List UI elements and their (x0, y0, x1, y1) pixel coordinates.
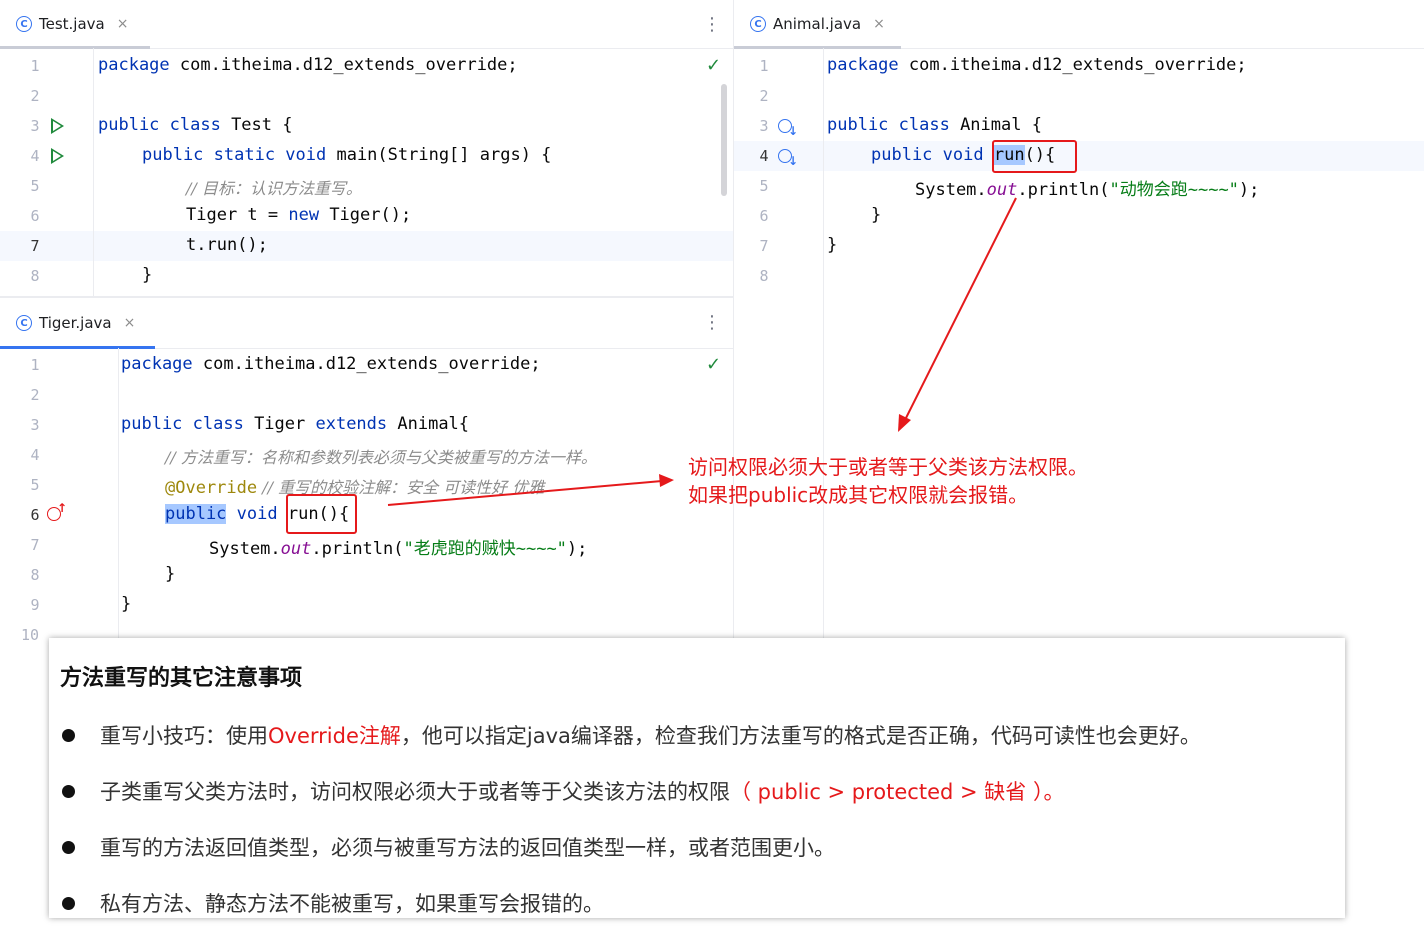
class-icon: C (16, 16, 32, 32)
animal-tab-bar: C Animal.java × (734, 0, 1424, 49)
tab-active-indicator (0, 346, 155, 349)
tab-tiger-java[interactable]: C Tiger.java × (0, 298, 171, 349)
line-number: 8 (30, 566, 40, 584)
tiger-editor-pane: C Tiger.java × ⋮ ✓ 1 2 3 4 5 6 7 8 9 10 … (0, 298, 733, 640)
no-errors-check-icon: ✓ (706, 55, 722, 76)
current-line-highlight (0, 231, 733, 261)
line-number: 5 (759, 177, 769, 195)
line-number: 5 (30, 476, 40, 494)
selected-public: public (165, 504, 227, 524)
scrollbar-thumb[interactable] (721, 84, 727, 196)
line-number: 2 (30, 386, 40, 404)
line-number: 6 (30, 207, 40, 225)
run-main-icon[interactable] (51, 148, 64, 164)
line-number: 6 (30, 506, 40, 524)
line-number: 3 (30, 117, 40, 135)
line-number: 1 (759, 57, 769, 75)
more-options-icon[interactable]: ⋮ (703, 312, 721, 333)
line-number: 4 (30, 446, 40, 464)
notes-title: 方法重写的其它注意事项 (60, 666, 303, 691)
line-number: 5 (30, 177, 40, 195)
run-class-icon[interactable] (51, 118, 64, 134)
class-icon: C (16, 315, 32, 331)
code-line-3: public class Test { (98, 115, 293, 135)
code-line-1: package com.itheima.d12_extends_override… (827, 55, 1247, 75)
gutter-separator (118, 348, 119, 640)
notes-card: 方法重写的其它注意事项 重写小技巧：使用Override注解，他可以指定java… (49, 638, 1345, 918)
tiger-tab-bar: C Tiger.java × ⋮ (0, 298, 733, 349)
code-line-4: public static void main(String[] args) { (142, 145, 552, 165)
code-line-1: package com.itheima.d12_extends_override… (98, 55, 518, 75)
note-item: 子类重写父类方法时，访问权限必须大于或者等于父类该方法的权限（ public >… (62, 776, 1064, 806)
bullet-icon (62, 896, 75, 910)
line-number: 1 (30, 57, 40, 75)
animal-run-highlight-box (992, 140, 1077, 173)
class-icon: C (750, 16, 766, 32)
code-line-6: } (871, 205, 882, 225)
line-number: 7 (30, 536, 40, 554)
code-line-8: } (165, 564, 176, 584)
annotation-line-2: 如果把public改成其它权限就会报错。 (688, 483, 1029, 507)
code-line-9: } (121, 594, 132, 614)
gutter-separator (823, 48, 824, 640)
tab-label: Animal.java (773, 15, 862, 33)
line-number: 4 (30, 147, 40, 165)
tiger-run-highlight-box (286, 494, 357, 534)
code-line-7: } (827, 235, 838, 255)
line-number: 2 (30, 87, 40, 105)
bullet-icon (62, 784, 75, 798)
code-line-3: public class Tiger extends Animal{ (121, 414, 470, 434)
note-item: 重写小技巧：使用Override注解，他可以指定java编译器，检查我们方法重写… (62, 720, 1201, 750)
annotation-note: 访问权限必须大于或者等于父类该方法权限。 如果把public改成其它权限就会报错… (688, 453, 1088, 509)
line-number: 8 (759, 267, 769, 285)
code-line-6: Tiger t = new Tiger(); (186, 205, 412, 225)
no-errors-check-icon: ✓ (706, 354, 722, 375)
code-line-8: } (142, 265, 153, 285)
tab-label: Test.java (39, 15, 105, 33)
code-line-5-comment: // 目标：认识方法重写。 (186, 179, 362, 198)
line-number: 9 (30, 596, 40, 614)
code-line-7: t.run(); (186, 235, 268, 255)
tab-animal-java[interactable]: C Animal.java × (734, 0, 917, 49)
line-number: 2 (759, 87, 769, 105)
overrides-arrow-up-icon: ↑ (57, 501, 68, 515)
line-number: 6 (759, 207, 769, 225)
tab-active-indicator (0, 46, 150, 49)
tab-test-java[interactable]: C Test.java × (0, 0, 166, 49)
note-item: 私有方法、静态方法不能被重写，如果重写会报错的。 (62, 888, 604, 918)
tab-active-indicator (734, 46, 901, 49)
annotation-line-1: 访问权限必须大于或者等于父类该方法权限。 (688, 455, 1088, 479)
line-number: 3 (759, 117, 769, 135)
line-number: 7 (30, 237, 40, 255)
note-item: 重写的方法返回值类型，必须与被重写方法的返回值类型一样，或者范围更小。 (62, 832, 835, 862)
animal-editor-pane: C Animal.java × 1 2 3 4 5 6 7 8 ↓ ↓ pack… (734, 0, 1424, 640)
code-line-4-comment: // 方法重写：名称和参数列表必须与父类被重写的方法一样。 (165, 448, 597, 467)
close-icon[interactable]: × (117, 16, 129, 32)
line-number: 8 (30, 267, 40, 285)
code-line-5: System.out.println("动物会跑~~~~"); (915, 180, 1260, 200)
tab-label: Tiger.java (39, 314, 112, 332)
line-number: 3 (30, 416, 40, 434)
overridden-arrow-down-icon: ↓ (788, 154, 799, 168)
test-tab-bar: C Test.java × ⋮ (0, 0, 733, 49)
test-editor-pane: C Test.java × ⋮ ✓ 1 2 3 4 5 6 7 8 packag… (0, 0, 733, 296)
bullet-icon (62, 728, 75, 742)
code-line-1: package com.itheima.d12_extends_override… (121, 354, 541, 374)
close-icon[interactable]: × (124, 315, 136, 331)
gutter-separator (93, 48, 94, 296)
code-line-3: public class Animal { (827, 115, 1042, 135)
bullet-icon (62, 840, 75, 854)
line-number: 10 (20, 626, 40, 640)
line-number: 1 (30, 356, 40, 374)
line-number: 7 (759, 237, 769, 255)
close-icon[interactable]: × (873, 16, 885, 32)
overridden-arrow-down-icon: ↓ (788, 124, 799, 138)
current-line-highlight (734, 141, 1424, 171)
line-number: 4 (759, 147, 769, 165)
more-options-icon[interactable]: ⋮ (703, 14, 721, 35)
code-line-7: System.out.println("老虎跑的贼快~~~~"); (209, 539, 588, 559)
